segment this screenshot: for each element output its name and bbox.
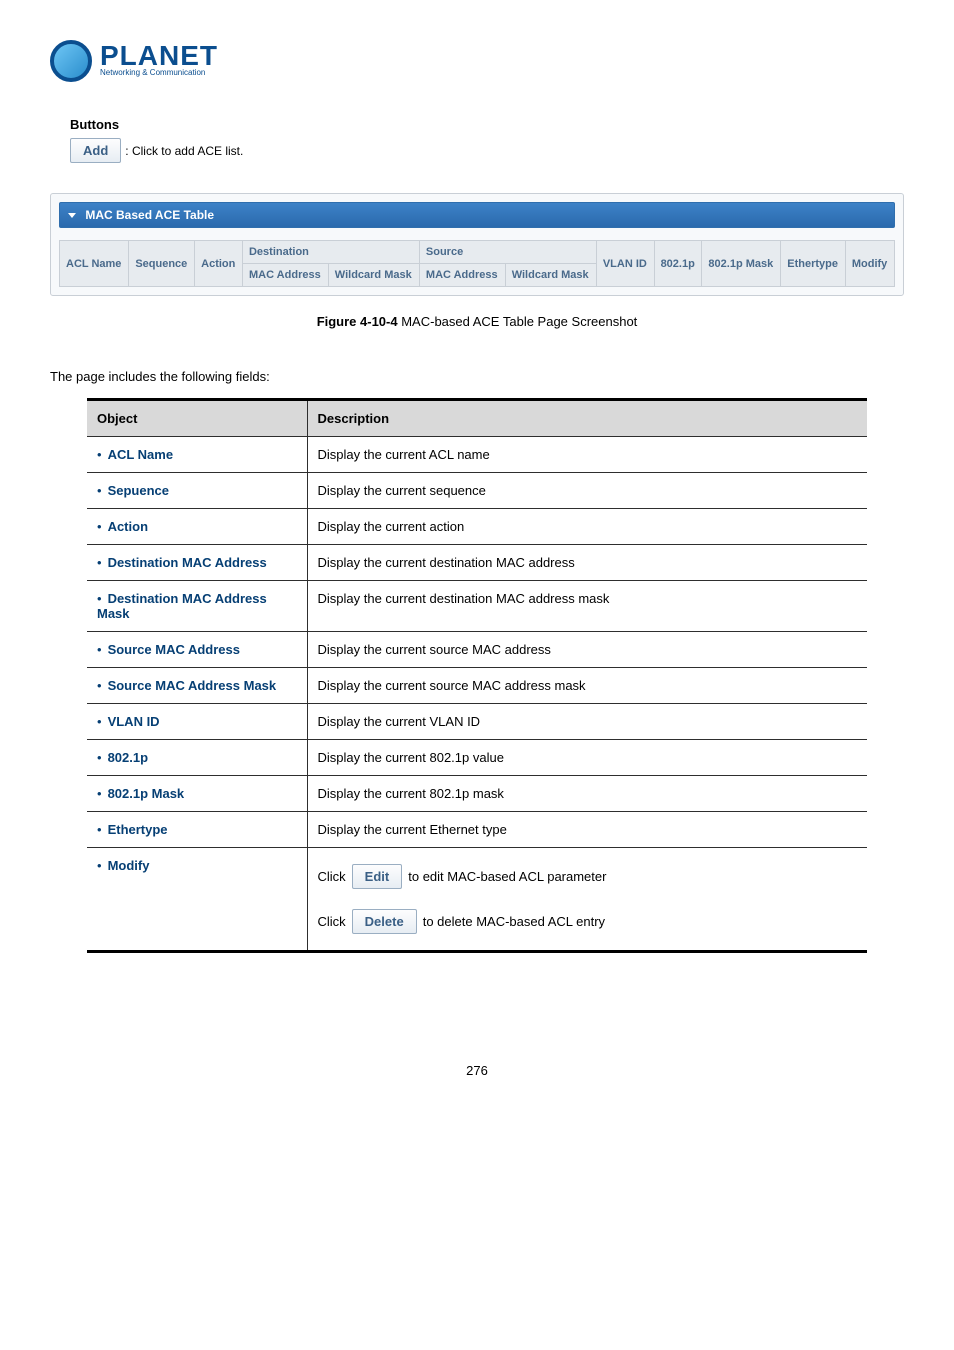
col-action: Action — [195, 241, 243, 287]
table-row: • Source MAC Address Display the current s… — [87, 632, 867, 668]
object-description: Display the current VLAN ID — [307, 704, 867, 740]
planet-globe-icon — [50, 40, 92, 82]
object-label: Modify — [108, 858, 150, 873]
modify-click-text: Click — [318, 869, 346, 884]
modify-description: Click Edit to edit MAC-based ACL paramete… — [307, 848, 867, 952]
table-row: • Sepuence Display the current sequence — [87, 473, 867, 509]
object-description: Display the current Ethernet type — [307, 812, 867, 848]
bullet-icon: • — [97, 447, 102, 462]
head-description: Description — [307, 400, 867, 437]
col-modify: Modify — [845, 241, 894, 287]
object-label: 802.1p — [108, 750, 148, 765]
panel-title: MAC Based ACE Table — [85, 208, 214, 222]
object-description: Display the current sequence — [307, 473, 867, 509]
object-description: Display the current ACL name — [307, 437, 867, 473]
buttons-heading: Buttons — [70, 117, 904, 132]
caret-down-icon — [68, 213, 76, 218]
object-label: Source MAC Address — [108, 642, 240, 657]
object-label: 802.1p Mask — [108, 786, 185, 801]
logo-name: PLANET — [100, 45, 218, 67]
bullet-icon: • — [97, 822, 102, 837]
bullet-icon: • — [97, 858, 102, 873]
mac-ace-table-panel: MAC Based ACE Table ACL Name Sequence Ac… — [50, 193, 904, 296]
object-label: Action — [108, 519, 148, 534]
bullet-icon: • — [97, 642, 102, 657]
table-row: • 802.1p Mask Display the current 802.1p m… — [87, 776, 867, 812]
col-8021p: 802.1p — [654, 241, 702, 287]
object-description: Display the current destination MAC addr… — [307, 545, 867, 581]
object-label: Destination MAC Address — [108, 555, 267, 570]
add-button-description: : Click to add ACE list. — [125, 144, 243, 158]
logo-tagline: Networking & Communication — [100, 68, 218, 77]
object-label: Sepuence — [108, 483, 169, 498]
page-number: 276 — [50, 1063, 904, 1078]
object-description: Display the current 802.1p mask — [307, 776, 867, 812]
bullet-icon: • — [97, 591, 102, 606]
col-vlan-id: VLAN ID — [596, 241, 654, 287]
figure-text: MAC-based ACE Table Page Screenshot — [398, 314, 638, 329]
bullet-icon: • — [97, 555, 102, 570]
col-ethertype: Ethertype — [781, 241, 846, 287]
col-dest-mask: Wildcard Mask — [328, 264, 419, 287]
bullet-icon: • — [97, 519, 102, 534]
table-row: • 802.1p Display the current 802.1p value — [87, 740, 867, 776]
table-row: • Action Display the current action — [87, 509, 867, 545]
col-dest-mac: MAC Address — [242, 264, 328, 287]
col-src-mask: Wildcard Mask — [505, 264, 596, 287]
intro-text: The page includes the following fields: — [50, 369, 904, 384]
figure-caption: Figure 4-10-4 MAC-based ACE Table Page S… — [50, 314, 904, 329]
table-row: • Ethertype Display the current Ethernet t… — [87, 812, 867, 848]
logo: PLANET Networking & Communication — [50, 40, 904, 82]
object-description: Display the current action — [307, 509, 867, 545]
col-sequence: Sequence — [129, 241, 195, 287]
col-source: Source — [419, 241, 596, 264]
col-8021p-mask: 802.1p Mask — [702, 241, 781, 287]
bullet-icon: • — [97, 750, 102, 765]
object-description: Display the current destination MAC addr… — [307, 581, 867, 632]
object-label: Source MAC Address Mask — [108, 678, 277, 693]
object-description: Display the current source MAC address — [307, 632, 867, 668]
add-button-row: Add : Click to add ACE list. — [70, 138, 904, 163]
add-button[interactable]: Add — [70, 138, 121, 163]
object-label: Ethertype — [108, 822, 168, 837]
bullet-icon: • — [97, 714, 102, 729]
bullet-icon: • — [97, 678, 102, 693]
panel-header[interactable]: MAC Based ACE Table — [59, 202, 895, 228]
bullet-icon: • — [97, 483, 102, 498]
modify-delete-text: to delete MAC-based ACL entry — [423, 914, 605, 929]
table-row-modify: • Modify Click Edit to edit MAC-based ACL p… — [87, 848, 867, 952]
table-row: • VLAN ID Display the current VLAN ID — [87, 704, 867, 740]
ace-header-table: ACL Name Sequence Action Destination Sou… — [59, 240, 895, 287]
col-src-mac: MAC Address — [419, 264, 505, 287]
object-label: VLAN ID — [108, 714, 160, 729]
bullet-icon: • — [97, 786, 102, 801]
modify-edit-text: to edit MAC-based ACL parameter — [408, 869, 606, 884]
head-object: Object — [87, 400, 307, 437]
table-row: • Source MAC Address Mask Display the curr… — [87, 668, 867, 704]
object-description: Display the current 802.1p value — [307, 740, 867, 776]
table-row: • Destination MAC Address Display the curr… — [87, 545, 867, 581]
object-description-table: Object Description • ACL Name Display the … — [87, 398, 867, 953]
object-description: Display the current source MAC address m… — [307, 668, 867, 704]
object-label: Destination MAC Address Mask — [97, 591, 267, 621]
object-label: ACL Name — [108, 447, 174, 462]
table-row: • ACL Name Display the current ACL name — [87, 437, 867, 473]
figure-number: Figure 4-10-4 — [317, 314, 398, 329]
table-row: •Destination MAC Address Mask Display the… — [87, 581, 867, 632]
edit-button[interactable]: Edit — [352, 864, 403, 889]
col-acl-name: ACL Name — [60, 241, 129, 287]
modify-click-text: Click — [318, 914, 346, 929]
col-destination: Destination — [242, 241, 419, 264]
delete-button[interactable]: Delete — [352, 909, 417, 934]
